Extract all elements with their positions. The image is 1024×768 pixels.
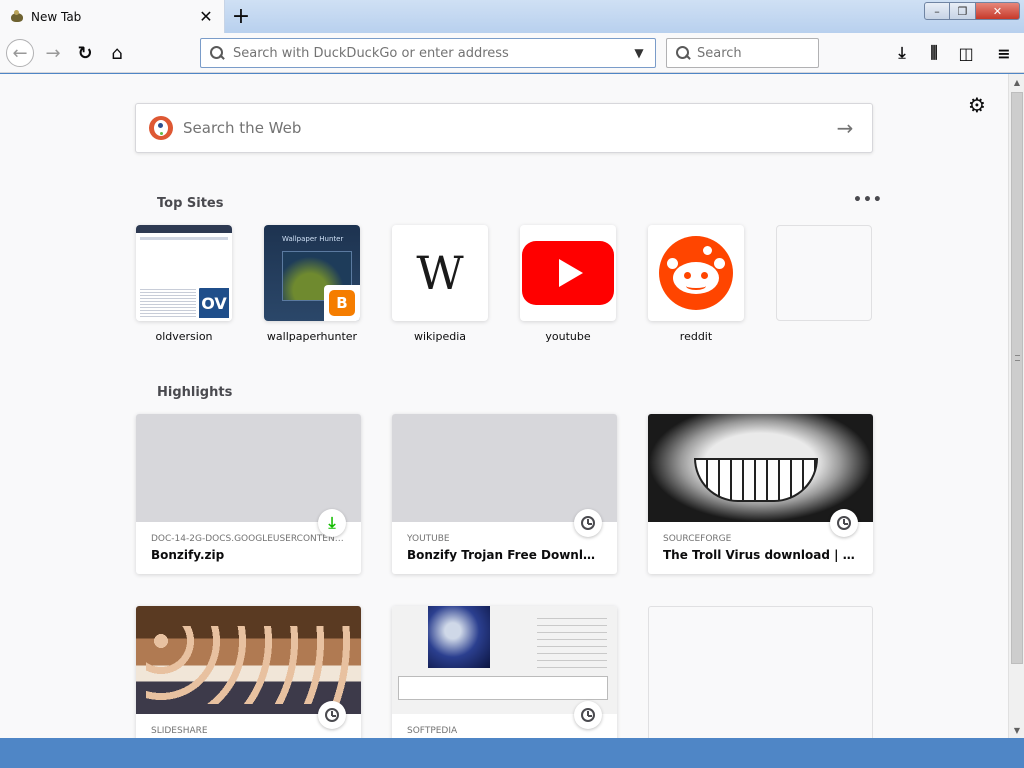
card-thumbnail — [392, 414, 617, 522]
site-tile[interactable]: OV — [136, 225, 232, 321]
search-input[interactable] — [697, 45, 818, 61]
card-source: YOUTUBE — [407, 534, 450, 544]
menu-icon[interactable]: ≡ — [990, 39, 1018, 67]
url-input[interactable] — [233, 45, 627, 61]
search-icon — [675, 45, 691, 61]
search-icon — [209, 45, 225, 61]
card-thumbnail — [392, 606, 617, 714]
blogger-icon: B — [324, 285, 360, 321]
back-button[interactable]: ← — [6, 39, 34, 67]
card-source: DOC-14-2G-DOCS.GOOGLEUSERCONTENT.COM — [151, 534, 346, 544]
close-tab-icon[interactable]: ✕ — [196, 7, 216, 27]
maximize-button[interactable]: ❐ — [950, 2, 976, 20]
youtube-play-icon — [522, 241, 614, 305]
top-site-oldversion[interactable]: OV oldversion — [136, 225, 232, 343]
highlight-card[interactable]: SOURCEFORGE The Troll Virus download | S… — [648, 414, 873, 574]
highlights-title: Highlights — [157, 385, 233, 400]
new-tab-button[interactable]: + — [229, 4, 253, 29]
window-controls: – ❐ ✕ — [924, 2, 1020, 20]
highlight-card[interactable]: SLIDESHARE — [136, 606, 361, 738]
title-bar: New Tab ✕ + – ❐ ✕ — [0, 0, 1024, 33]
site-tile[interactable]: W — [392, 225, 488, 321]
firefox-favicon-icon — [9, 9, 25, 25]
site-label: youtube — [545, 330, 591, 343]
tab-new-tab[interactable]: New Tab ✕ — [0, 0, 225, 33]
gear-icon[interactable]: ⚙ — [966, 93, 988, 117]
card-source: SOURCEFORGE — [663, 534, 732, 544]
more-options-icon[interactable]: ••• — [853, 192, 883, 208]
downloads-icon[interactable]: ⤓ — [888, 39, 916, 67]
oldversion-logo: OV — [196, 285, 232, 321]
site-label: reddit — [679, 330, 713, 343]
highlight-card[interactable]: ⤓ DOC-14-2G-DOCS.GOOGLEUSERCONTENT.COM B… — [136, 414, 361, 574]
wikipedia-logo: W — [416, 246, 464, 300]
minimize-button[interactable]: – — [924, 2, 950, 20]
card-thumbnail — [136, 414, 361, 522]
home-button[interactable]: ⌂ — [103, 39, 131, 67]
card-thumbnail — [136, 606, 361, 714]
vertical-scrollbar[interactable]: ▲ ▼ — [1008, 74, 1024, 738]
forward-button[interactable]: → — [39, 39, 67, 67]
reddit-alien-icon — [659, 236, 733, 310]
highlight-card[interactable]: YOUTUBE Bonzify Trojan Free Download Al.… — [392, 414, 617, 574]
empty-site-tile[interactable] — [776, 225, 872, 321]
card-source: SOFTPEDIA — [407, 726, 458, 736]
search-bar[interactable] — [666, 38, 819, 68]
top-site-reddit[interactable]: reddit — [648, 225, 744, 343]
close-window-button[interactable]: ✕ — [976, 2, 1020, 20]
top-site-empty[interactable] — [776, 225, 872, 321]
top-site-wallpaperhunter[interactable]: Wallpaper Hunter B wallpaperhunter — [264, 225, 360, 343]
address-bar[interactable]: ▼ — [200, 38, 656, 68]
chevron-down-icon[interactable]: ▼ — [627, 41, 651, 65]
site-tile[interactable]: Wallpaper Hunter B — [264, 225, 360, 321]
card-title: The Troll Virus download | Sourc... — [663, 548, 858, 562]
card-title: Bonzify Trojan Free Download Al... — [407, 548, 602, 562]
clock-icon — [581, 516, 595, 530]
scroll-thumb[interactable] — [1011, 92, 1023, 664]
tab-title: New Tab — [31, 9, 82, 24]
site-label: wallpaperhunter — [266, 330, 358, 343]
site-tile[interactable] — [648, 225, 744, 321]
new-tab-page: ⚙ → Top Sites ••• OV oldversion Wallpape… — [0, 74, 1008, 738]
scroll-down-icon[interactable]: ▼ — [1009, 722, 1024, 738]
card-thumbnail — [648, 414, 873, 522]
library-icon[interactable]: ⫼ — [920, 39, 948, 67]
scroll-up-icon[interactable]: ▲ — [1009, 74, 1024, 90]
taskbar — [0, 738, 1024, 768]
reload-button[interactable]: ↻ — [71, 39, 99, 67]
site-label: oldversion — [155, 330, 213, 343]
web-search-input[interactable] — [183, 119, 830, 137]
top-site-wikipedia[interactable]: W wikipedia — [392, 225, 488, 343]
card-source: SLIDESHARE — [151, 726, 208, 736]
site-label: wikipedia — [413, 330, 466, 343]
empty-highlight-card — [648, 606, 873, 738]
sidebar-icon[interactable]: ◫ — [952, 39, 980, 67]
web-search-box[interactable]: → — [135, 103, 873, 153]
highlight-card[interactable]: SOFTPEDIA — [392, 606, 617, 738]
download-icon: ⤓ — [328, 513, 336, 532]
duckduckgo-icon — [149, 116, 173, 140]
navigation-toolbar: ← → ↻ ⌂ ▼ ⤓ ⫼ ◫ ≡ — [0, 33, 1024, 73]
clock-icon — [581, 708, 595, 722]
top-sites-title: Top Sites — [157, 196, 224, 211]
clock-icon — [837, 516, 851, 530]
top-site-youtube[interactable]: youtube — [520, 225, 616, 343]
card-title: Bonzify.zip — [151, 548, 225, 562]
clock-icon — [325, 708, 339, 722]
site-tile[interactable] — [520, 225, 616, 321]
arrow-right-icon[interactable]: → — [830, 113, 860, 143]
